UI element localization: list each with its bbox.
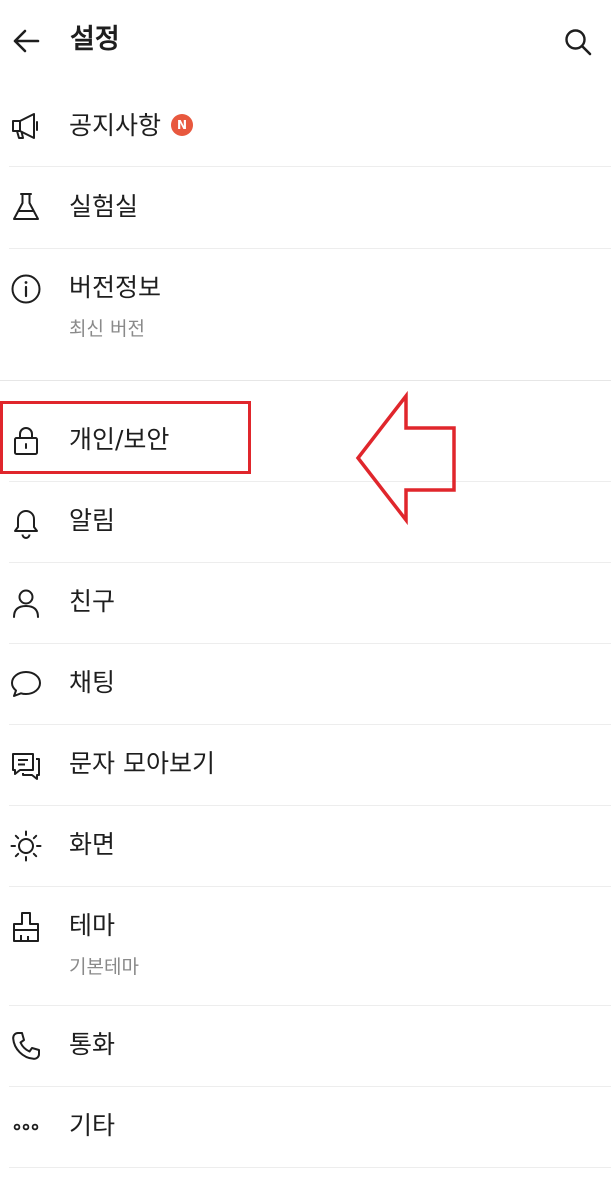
brightness-icon [9, 829, 43, 863]
menu-item-notice[interactable]: 공지사항 N [0, 86, 611, 166]
settings-page: 설정 공지사항 N 실험실 버전정보 최신 버전 개인/보안 알림 친구 채팅 … [0, 0, 611, 1189]
menu-item-label: 화면 [69, 830, 116, 859]
menu-item-call[interactable]: 통화 [0, 1006, 611, 1086]
menu-item-lab[interactable]: 실험실 [0, 167, 611, 248]
menu-item-theme[interactable]: 테마 기본테마 [0, 887, 611, 1005]
bell-icon [9, 505, 43, 539]
menu-item-label: 실험실 [69, 192, 139, 221]
menu-item-friends[interactable]: 친구 [0, 563, 611, 643]
paint-brush-icon [9, 910, 43, 944]
person-icon [9, 586, 43, 620]
flask-icon [9, 190, 43, 224]
menu-item-etc[interactable]: 기타 [0, 1087, 611, 1167]
arrow-left-annotation-icon [355, 390, 456, 526]
page-title: 설정 [70, 24, 120, 55]
menu-item-chat[interactable]: 채팅 [0, 644, 611, 724]
menu-item-label: 통화 [69, 1030, 116, 1059]
divider [9, 1167, 611, 1168]
chat-bubble-icon [9, 667, 43, 701]
megaphone-icon [9, 109, 43, 143]
more-icon [9, 1110, 43, 1144]
menu-item-label: 버전정보 [69, 273, 162, 302]
menu-item-label: 알림 [69, 506, 116, 535]
search-button[interactable] [558, 22, 598, 62]
menu-item-label-text: 공지사항 [69, 111, 162, 140]
menu-item-label: 테마 [69, 911, 116, 940]
menu-item-label: 공지사항 N [69, 109, 194, 143]
message-icon [9, 748, 43, 782]
highlight-annotation-box [0, 401, 251, 474]
info-icon [9, 272, 43, 306]
menu-item-sublabel: 기본테마 [69, 956, 139, 978]
menu-item-notifications[interactable]: 알림 [0, 482, 611, 562]
menu-item-version[interactable]: 버전정보 최신 버전 [0, 249, 611, 380]
app-header: 설정 [0, 0, 611, 84]
menu-item-label: 친구 [69, 587, 116, 616]
menu-item-label: 문자 모아보기 [69, 749, 215, 778]
menu-item-label: 기타 [69, 1111, 116, 1140]
back-button[interactable] [6, 21, 46, 61]
menu-item-display[interactable]: 화면 [0, 806, 611, 886]
menu-item-label: 채팅 [69, 668, 116, 697]
annotation-arrow [350, 390, 462, 526]
arrow-left-icon [13, 29, 40, 53]
section-divider [0, 380, 611, 381]
menu-item-sms[interactable]: 문자 모아보기 [0, 725, 611, 805]
menu-item-sublabel: 최신 버전 [69, 318, 145, 340]
search-icon [565, 29, 592, 56]
new-badge: N [171, 114, 194, 136]
phone-icon [9, 1029, 43, 1063]
